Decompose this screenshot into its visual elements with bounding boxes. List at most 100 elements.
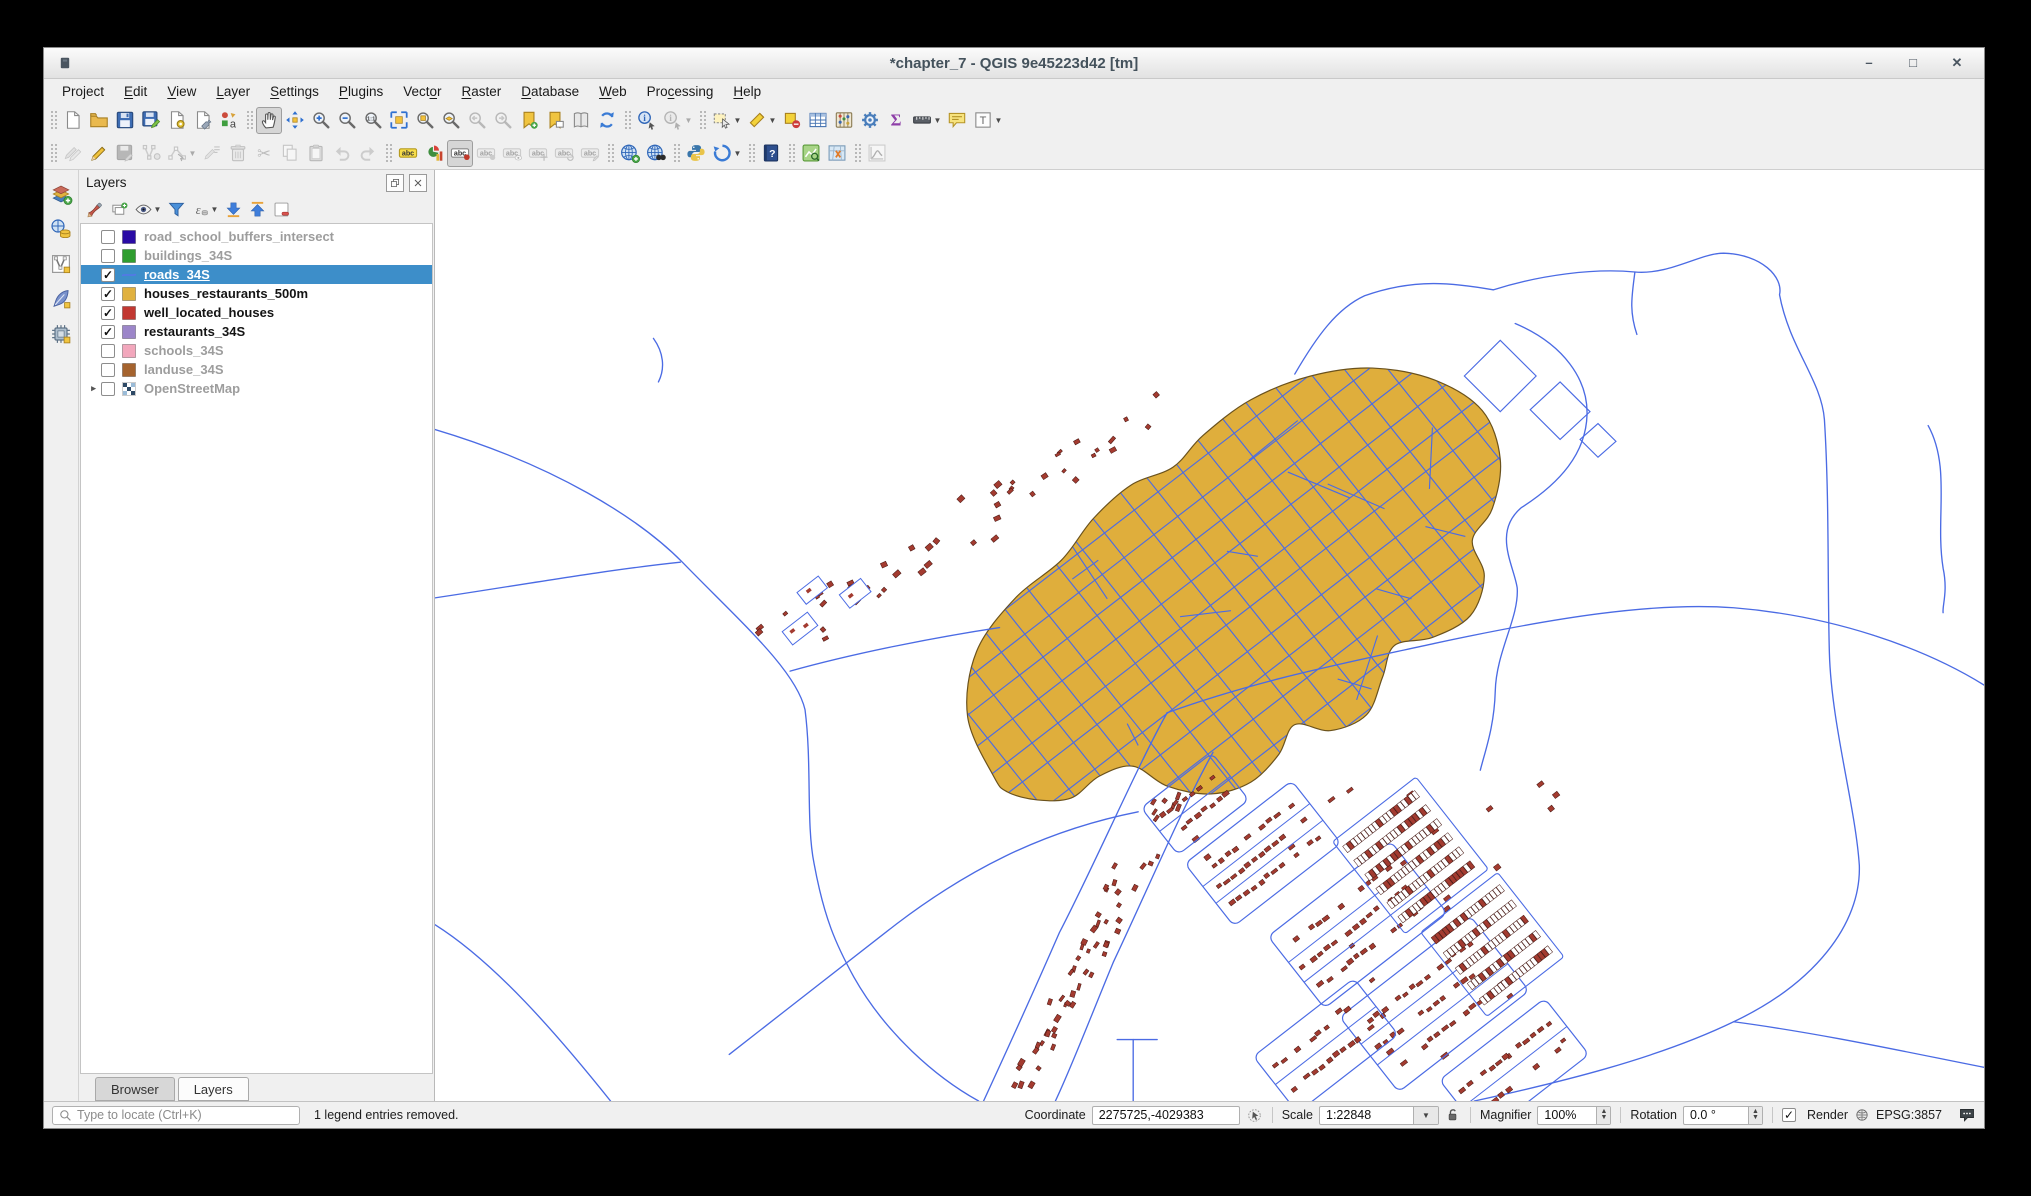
layer-row-schools_34s[interactable]: schools_34S xyxy=(81,341,432,360)
manage-map-themes-button[interactable]: ▼ xyxy=(132,197,164,221)
close-button[interactable]: ✕ xyxy=(1950,55,1964,71)
zoom-full-button[interactable] xyxy=(386,107,412,134)
layer-visibility-checkbox[interactable] xyxy=(101,344,115,358)
save-project-as-button[interactable] xyxy=(138,107,164,134)
text-annotation-button[interactable]: T▼ xyxy=(970,107,1005,134)
change-label-properties-button[interactable]: abc xyxy=(577,140,603,167)
rotation-spinbox[interactable]: 0.0 ° ▲▼ xyxy=(1683,1106,1763,1125)
show-layout-manager-button[interactable] xyxy=(190,107,216,134)
collapse-all-button[interactable] xyxy=(246,197,269,221)
show-hide-labels-button[interactable]: abc xyxy=(499,140,525,167)
lock-scale-icon[interactable] xyxy=(1445,1107,1461,1123)
layer-row-road_school_buffers_intersect[interactable]: road_school_buffers_intersect xyxy=(81,227,432,246)
osm-place-search-button[interactable] xyxy=(824,140,850,167)
layer-visibility-checkbox[interactable] xyxy=(101,363,115,377)
new-temporary-scratch-layer-button[interactable] xyxy=(47,320,75,347)
text-annotation-dropdown-icon[interactable]: ▼ xyxy=(994,116,1003,125)
toolbar-drag-handle[interactable] xyxy=(49,109,57,131)
processing-toolbox-button[interactable] xyxy=(857,107,883,134)
open-attribute-table-button[interactable] xyxy=(805,107,831,134)
toolbar-drag-handle[interactable] xyxy=(623,109,631,131)
data-source-manager-button[interactable] xyxy=(47,180,75,207)
layer-visibility-checkbox[interactable]: ✓ xyxy=(101,268,115,282)
map-canvas[interactable] xyxy=(435,170,1984,1101)
zoom-next-button[interactable] xyxy=(490,107,516,134)
layer-diagram-button[interactable] xyxy=(421,140,447,167)
zoom-to-layer-button[interactable] xyxy=(438,107,464,134)
menu-raster[interactable]: Raster xyxy=(452,81,512,102)
open-project-button[interactable] xyxy=(86,107,112,134)
zoom-to-selection-button[interactable] xyxy=(412,107,438,134)
add-wms-layer-button[interactable] xyxy=(617,140,643,167)
save-layer-edits-button[interactable] xyxy=(112,140,138,167)
move-label-button[interactable]: abc xyxy=(525,140,551,167)
layer-visibility-checkbox[interactable]: ✓ xyxy=(101,287,115,301)
menu-plugins[interactable]: Plugins xyxy=(329,81,393,102)
map-tips-button[interactable] xyxy=(944,107,970,134)
run-feature-action-dropdown-icon[interactable]: ▼ xyxy=(684,116,693,125)
menu-vector[interactable]: Vector xyxy=(393,81,451,102)
cut-features-button[interactable]: ✂ xyxy=(251,140,277,167)
expander-icon[interactable]: ▸ xyxy=(86,383,101,394)
delete-selected-button[interactable] xyxy=(225,140,251,167)
save-project-button[interactable] xyxy=(112,107,138,134)
toolbar-drag-handle[interactable] xyxy=(853,142,861,164)
toolbar-drag-handle[interactable] xyxy=(698,109,706,131)
toggle-editing-button[interactable] xyxy=(86,140,112,167)
layer-row-openstreetmap[interactable]: ▸OpenStreetMap xyxy=(81,379,432,398)
show-spatial-bookmarks-button[interactable] xyxy=(542,107,568,134)
rotation-spin-arrows[interactable]: ▲▼ xyxy=(1748,1107,1762,1124)
run-feature-action-button[interactable]: i▼ xyxy=(660,107,695,134)
processing-history-dropdown-icon[interactable]: ▼ xyxy=(733,149,742,158)
filter-legend-button[interactable] xyxy=(165,197,188,221)
menu-settings[interactable]: Settings xyxy=(260,81,329,102)
measure-line-button[interactable]: ▼ xyxy=(909,107,944,134)
new-spatialite-layer-button[interactable] xyxy=(47,285,75,312)
coordinate-input[interactable]: 2275725,-4029383 xyxy=(1092,1106,1240,1125)
layer-visibility-checkbox[interactable]: ✓ xyxy=(101,325,115,339)
redo-button[interactable] xyxy=(355,140,381,167)
deselect-features-button[interactable] xyxy=(779,107,805,134)
pan-map-to-selection-button[interactable] xyxy=(282,107,308,134)
undo-button[interactable] xyxy=(329,140,355,167)
select-features-dropdown-icon[interactable]: ▼ xyxy=(733,116,742,125)
menu-web[interactable]: Web xyxy=(589,81,637,102)
style-manager-button[interactable]: a xyxy=(216,107,242,134)
magnifier-spin-arrows[interactable]: ▲▼ xyxy=(1596,1107,1610,1124)
layer-visibility-checkbox[interactable]: ✓ xyxy=(101,306,115,320)
add-feature-button[interactable] xyxy=(138,140,164,167)
magnifier-spinbox[interactable]: 100% ▲▼ xyxy=(1537,1106,1611,1125)
layer-row-houses_restaurants_500m[interactable]: ✓houses_restaurants_500m xyxy=(81,284,432,303)
layer-visibility-checkbox[interactable] xyxy=(101,382,115,396)
manage-map-themes-dropdown-icon[interactable]: ▼ xyxy=(153,205,162,214)
metasearch-button[interactable] xyxy=(643,140,669,167)
select-features-button[interactable]: ▼ xyxy=(709,107,744,134)
toolbar-drag-handle[interactable] xyxy=(747,142,755,164)
field-calculator-button[interactable] xyxy=(831,107,857,134)
toolbar-drag-handle[interactable] xyxy=(672,142,680,164)
statistical-summary-button[interactable]: Σ xyxy=(883,107,909,134)
filter-by-expression-dropdown-icon[interactable]: ▼ xyxy=(210,205,219,214)
filter-by-expression-button[interactable]: ε▼ xyxy=(189,197,221,221)
python-console-button[interactable] xyxy=(683,140,709,167)
new-project-button[interactable] xyxy=(60,107,86,134)
menu-processing[interactable]: Processing xyxy=(637,81,724,102)
pin-labels-button[interactable]: abc xyxy=(447,140,473,167)
add-group-button[interactable] xyxy=(108,197,131,221)
dock-tab-layers[interactable]: Layers xyxy=(178,1077,249,1101)
layer-row-landuse_34s[interactable]: landuse_34S xyxy=(81,360,432,379)
new-print-layout-button[interactable] xyxy=(164,107,190,134)
measure-line-dropdown-icon[interactable]: ▼ xyxy=(933,116,942,125)
scale-combobox[interactable]: 1:22848 ▼ xyxy=(1319,1106,1439,1125)
highlight-pinned-labels-button[interactable]: abc xyxy=(473,140,499,167)
menu-help[interactable]: Help xyxy=(723,81,771,102)
zoom-out-button[interactable] xyxy=(334,107,360,134)
toolbar-drag-handle[interactable] xyxy=(245,109,253,131)
minimize-button[interactable]: – xyxy=(1862,55,1876,71)
select-features-by-value-dropdown-icon[interactable]: ▼ xyxy=(768,116,777,125)
layer-labeling-button[interactable]: abc xyxy=(395,140,421,167)
remove-layer-button[interactable] xyxy=(270,197,293,221)
open-layer-styling-button[interactable] xyxy=(84,197,107,221)
menu-edit[interactable]: Edit xyxy=(114,81,157,102)
new-geopackage-layer-button[interactable] xyxy=(47,215,75,242)
